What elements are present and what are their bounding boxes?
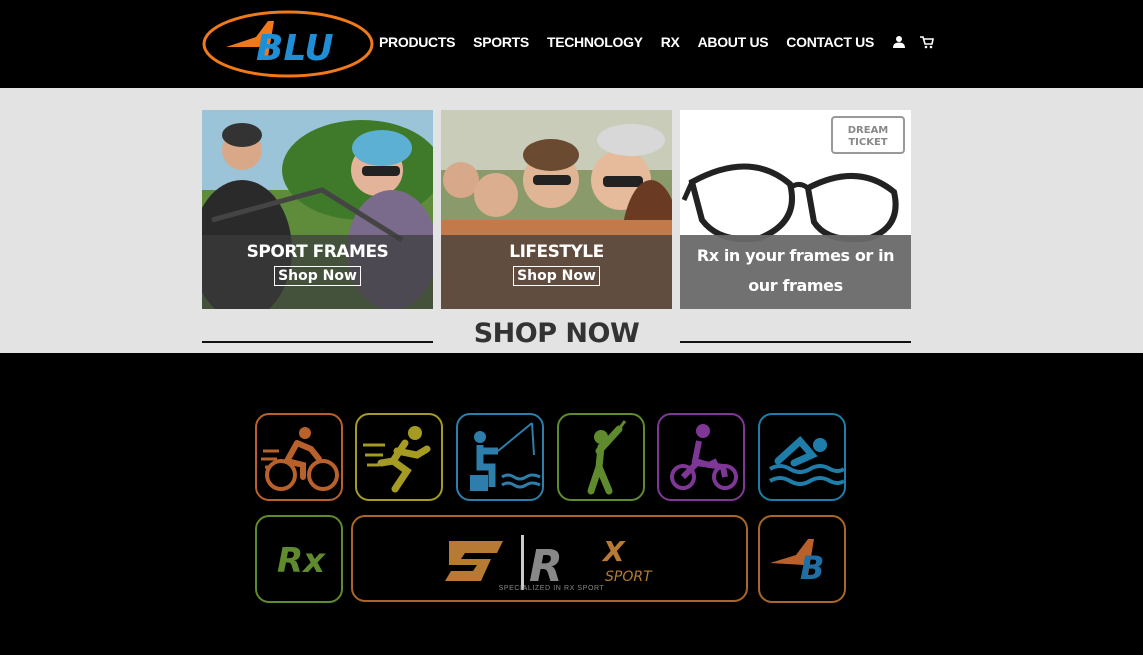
blu-mini-logo-icon[interactable]: B [758,515,846,603]
golf-icon[interactable] [557,413,645,501]
shop-now-button[interactable]: Shop Now [274,266,361,286]
main-nav: PRODUCTS SPORTS TECHNOLOGY RX ABOUT US C… [379,34,948,50]
svg-text:TICKET: TICKET [848,137,887,148]
swimming-icon[interactable] [758,413,846,501]
shop-now-heading: SHOP NOW [473,318,640,349]
tile-title: LIFESTYLE [509,242,604,262]
tile-sport-frames[interactable]: SPORT FRAMES Shop Now [202,110,433,309]
tile-title: SPORT FRAMES [246,242,389,262]
nav-technology[interactable]: TECHNOLOGY [547,34,643,50]
rx-label: Rx [277,541,326,581]
shop-now-heading-row: SHOP NOW [202,318,911,352]
srx-x: X [601,535,626,568]
srx-sport-banner[interactable]: R X SPORT SPECIALIZED IN RX SPORT [351,515,748,602]
shop-now-button[interactable]: Shop Now [513,266,600,286]
rx-tile-caption: Rx in your frames or in our frames [680,235,911,309]
rx-icon[interactable]: Rx [255,515,343,603]
cart-icon[interactable] [920,35,935,49]
fishing-icon[interactable] [456,413,544,501]
svg-text:B: B [800,549,824,587]
nav-rx[interactable]: RX [661,34,680,50]
tile-lifestyle[interactable]: LIFESTYLE Shop Now [441,110,672,309]
running-icon[interactable] [355,413,443,501]
logo-text: BLU [256,28,334,69]
cycling-icon[interactable] [255,413,343,501]
srx-sport: SPORT [605,569,653,585]
site-header: BLU PRODUCTS SPORTS TECHNOLOGY RX ABOUT … [0,0,1143,88]
srx-tagline: SPECIALIZED IN RX SPORT [498,585,605,592]
tile-overlay: SPORT FRAMES Shop Now [202,235,433,309]
page: BLU PRODUCTS SPORTS TECHNOLOGY RX ABOUT … [0,0,1143,655]
tile-rx[interactable]: DREAM TICKET Rx in your frames or in our… [680,110,911,309]
nav-contact-us[interactable]: CONTACT US [786,34,874,50]
dream-ticket-badge: DREAM [848,125,889,136]
sports-icons-section: Rx R X SPORT SPECIALIZED IN RX SPORT B [0,353,1143,655]
nav-sports[interactable]: SPORTS [473,34,529,50]
nav-products[interactable]: PRODUCTS [379,34,455,50]
blu-logo[interactable]: BLU [202,9,374,79]
tile-overlay: LIFESTYLE Shop Now [441,235,672,309]
person-icon[interactable] [892,35,906,49]
motocross-icon[interactable] [657,413,745,501]
nav-about-us[interactable]: ABOUT US [698,34,769,50]
